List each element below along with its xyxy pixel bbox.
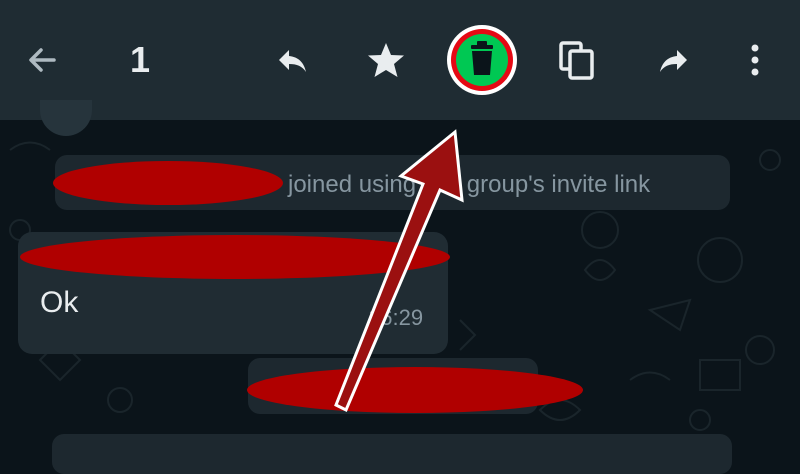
message-bubble[interactable] <box>248 358 538 414</box>
message-bubble[interactable] <box>18 232 448 354</box>
back-arrow-icon <box>29 48 56 72</box>
copy-icon <box>559 41 594 80</box>
message-bubble[interactable] <box>52 434 732 474</box>
more-options-icon <box>751 44 759 76</box>
star-icon <box>368 43 404 77</box>
forward-button[interactable] <box>652 0 696 120</box>
reply-button[interactable] <box>270 0 314 120</box>
reply-icon <box>279 50 306 72</box>
star-button[interactable] <box>364 0 408 120</box>
delete-button[interactable] <box>444 0 520 120</box>
selection-toolbar: 1 <box>0 0 800 120</box>
message-time: 16:29 <box>368 305 424 330</box>
message-text: Ok <box>40 286 79 319</box>
chat-area[interactable]: joined using this group's invite link Ok… <box>0 100 800 474</box>
forward-icon <box>660 50 687 72</box>
system-message-text: joined using this group's invite link <box>288 171 651 198</box>
more-options-button[interactable] <box>740 0 770 120</box>
delete-icon <box>447 25 517 95</box>
copy-button[interactable] <box>555 0 599 120</box>
selected-count: 1 <box>129 39 151 80</box>
